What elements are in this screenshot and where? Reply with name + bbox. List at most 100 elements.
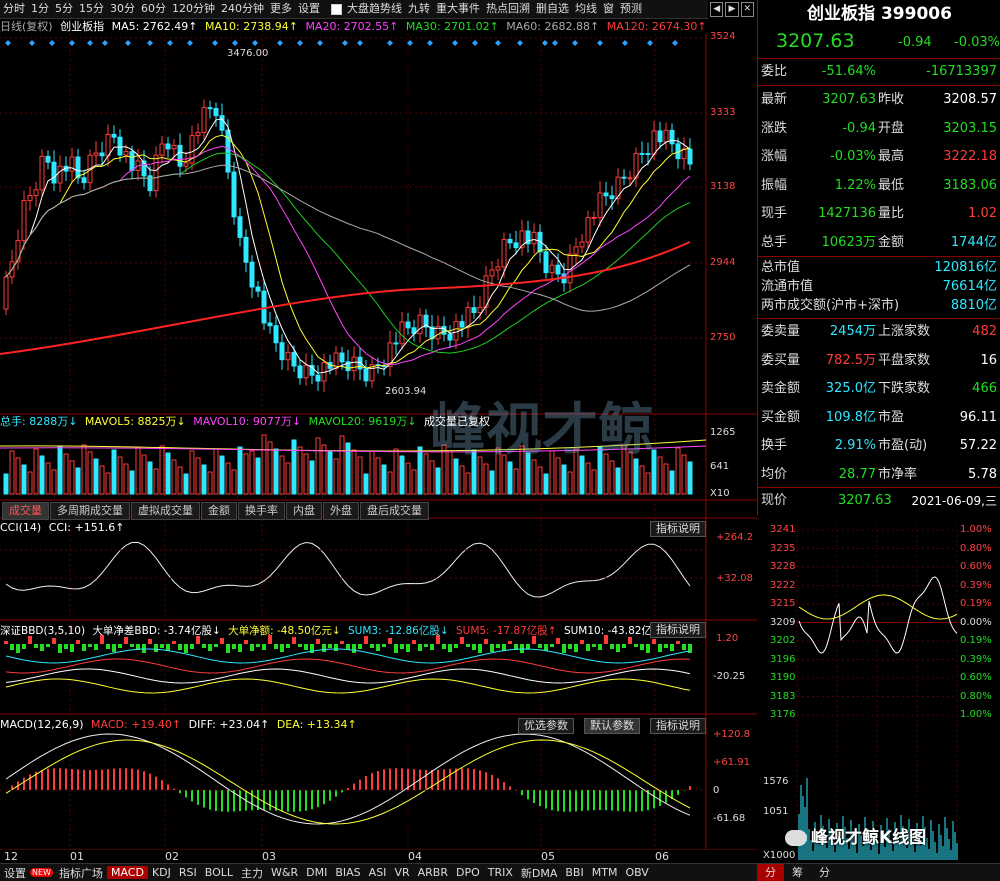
bottom-indicator-tab[interactable]: 新DMA bbox=[517, 865, 562, 881]
bbd-bar bbox=[172, 641, 176, 644]
candle-body bbox=[459, 321, 465, 328]
volume-bar bbox=[567, 471, 573, 495]
macd-help-button[interactable]: 指标说明 bbox=[650, 718, 706, 734]
bbd-bar bbox=[220, 638, 224, 644]
toolbar-item[interactable]: 删自选 bbox=[533, 0, 572, 18]
bbd-bar bbox=[622, 644, 626, 648]
indicator-tab[interactable]: 盘后成交量 bbox=[360, 502, 429, 520]
toolbar-item[interactable]: 热点回溯 bbox=[483, 0, 533, 18]
toolbar-item[interactable]: 预测 bbox=[617, 0, 645, 18]
intraday-price-axis: 3235 bbox=[770, 542, 796, 554]
bottom-indicator-tab[interactable]: MTM bbox=[588, 866, 622, 879]
candle-body bbox=[315, 374, 321, 382]
indicator-tab[interactable]: 外盘 bbox=[323, 502, 359, 520]
signal-diamond bbox=[387, 40, 393, 46]
period-toolbar: 分时 1分 5分 15分 30分 60分 120分钟 240分钟 更多 设置 大盘趋势线 九转 重大事件… bbox=[0, 0, 708, 19]
candle-body bbox=[477, 306, 483, 313]
toolbar-item[interactable]: 九转 bbox=[405, 0, 433, 18]
period-tab[interactable]: 设置 bbox=[295, 0, 323, 18]
candle-body bbox=[171, 144, 177, 150]
bbd-help-button[interactable]: 指标说明 bbox=[650, 622, 706, 638]
volume-bar bbox=[459, 465, 465, 495]
bottom-indicator-tab[interactable]: MACD bbox=[106, 866, 148, 879]
bottom-indicator-tab[interactable]: VR bbox=[390, 866, 413, 879]
bottom-indicator-tab[interactable]: BBI bbox=[561, 866, 587, 879]
left-arrow-icon[interactable]: ◀ bbox=[710, 1, 724, 17]
bbd-bar bbox=[214, 644, 218, 647]
toolbar-item[interactable]: 均线 bbox=[572, 0, 600, 18]
volume-bar bbox=[375, 457, 381, 495]
bottom-indicator-tab[interactable]: W&R bbox=[267, 866, 302, 879]
trend-checkbox[interactable] bbox=[331, 3, 342, 15]
candle-body bbox=[45, 155, 51, 163]
bbd-bar bbox=[46, 644, 50, 647]
candle-body bbox=[555, 264, 561, 275]
toolbar-item[interactable]: 重大事件 bbox=[433, 0, 483, 18]
indicator-tab[interactable]: 成交量 bbox=[2, 502, 49, 520]
volume-bar bbox=[153, 468, 159, 495]
volume-bar bbox=[105, 472, 111, 495]
candle-body bbox=[153, 154, 159, 192]
volume-bar bbox=[9, 450, 15, 495]
right-arrow-icon[interactable]: ▶ bbox=[725, 1, 739, 17]
indicator-tab[interactable]: 换手率 bbox=[238, 502, 285, 520]
default-params-button[interactable]: 默认参数 bbox=[584, 718, 640, 734]
indicator-tab[interactable]: 金额 bbox=[201, 502, 237, 520]
period-tab[interactable]: 30分 bbox=[107, 0, 138, 18]
intraday-tab[interactable]: 分 bbox=[811, 864, 838, 881]
bbd-bar bbox=[448, 644, 452, 652]
period-tab[interactable]: 120分钟 bbox=[169, 0, 218, 18]
bottom-indicator-tab[interactable]: BOLL bbox=[201, 866, 237, 879]
bottom-indicator-tab[interactable]: 指标广场 bbox=[55, 865, 107, 881]
period-tab[interactable]: 5分 bbox=[52, 0, 76, 18]
bottom-indicator-tab[interactable]: OBV bbox=[621, 866, 652, 879]
period-tab[interactable]: 60分 bbox=[138, 0, 169, 18]
indicator-tab[interactable]: 内盘 bbox=[286, 502, 322, 520]
volume-bar bbox=[183, 473, 189, 495]
period-tab[interactable]: 分时 bbox=[0, 0, 28, 18]
toolbar-item[interactable]: 窗 bbox=[600, 0, 617, 18]
indicator-tab[interactable]: 虚拟成交量 bbox=[131, 502, 200, 520]
quote-value: 5.78 bbox=[968, 466, 997, 482]
diff-value: DIFF: +23.04↑ bbox=[188, 718, 270, 731]
last-label: 现价 bbox=[761, 493, 788, 508]
volume-bar bbox=[465, 472, 471, 495]
period-tab[interactable]: 240分钟 bbox=[218, 0, 267, 18]
quote-label: 均价 bbox=[761, 466, 788, 482]
trend-checkbox-label[interactable]: 大盘趋势线 bbox=[344, 0, 405, 18]
bottom-indicator-tab[interactable]: TRIX bbox=[484, 866, 517, 879]
bottom-indicator-tab[interactable]: DPO bbox=[452, 866, 484, 879]
intraday-tab[interactable]: 分 bbox=[757, 864, 784, 881]
bottom-indicator-tab[interactable]: KDJ bbox=[148, 866, 175, 879]
optimal-params-button[interactable]: 优选参数 bbox=[518, 718, 574, 734]
bottom-indicator-tab[interactable]: 主力 bbox=[237, 865, 267, 881]
bbd-bar bbox=[130, 644, 134, 647]
bbd-bar bbox=[184, 644, 188, 653]
candle-body bbox=[243, 236, 249, 263]
period-tab[interactable]: 1分 bbox=[28, 0, 52, 18]
volume-bar bbox=[405, 462, 411, 495]
signal-diamond bbox=[357, 40, 363, 46]
period-tab[interactable]: 更多 bbox=[267, 0, 295, 18]
candle-body bbox=[123, 151, 129, 156]
close-icon[interactable]: ✕ bbox=[740, 1, 754, 17]
period-tab[interactable]: 15分 bbox=[76, 0, 107, 18]
bbd-bar bbox=[58, 644, 62, 653]
bottom-indicator-tab[interactable]: DMI bbox=[302, 866, 331, 879]
quote-value: 1744亿 bbox=[950, 234, 997, 250]
indicator-tab[interactable]: 多周期成交量 bbox=[50, 502, 130, 520]
signal-diamond bbox=[427, 40, 433, 46]
bottom-indicator-tab[interactable]: ASI bbox=[365, 866, 391, 879]
bottom-indicator-tab[interactable]: BIAS bbox=[331, 866, 364, 879]
bbd-bar bbox=[286, 644, 290, 648]
bottom-indicator-tab[interactable]: 设置 bbox=[0, 865, 30, 881]
bottom-indicator-tab[interactable]: RSI bbox=[175, 866, 201, 879]
bbd-bar bbox=[676, 641, 680, 644]
cci-help-button[interactable]: 指标说明 bbox=[650, 521, 706, 537]
bottom-indicator-tab[interactable]: ARBR bbox=[414, 866, 452, 879]
candle-body bbox=[603, 192, 609, 197]
candle-body bbox=[3, 276, 9, 310]
intraday-tab[interactable]: 筹 bbox=[784, 864, 811, 881]
candle-body bbox=[273, 325, 279, 344]
ma120-value: MA120: 2674.30↑ bbox=[606, 20, 707, 33]
